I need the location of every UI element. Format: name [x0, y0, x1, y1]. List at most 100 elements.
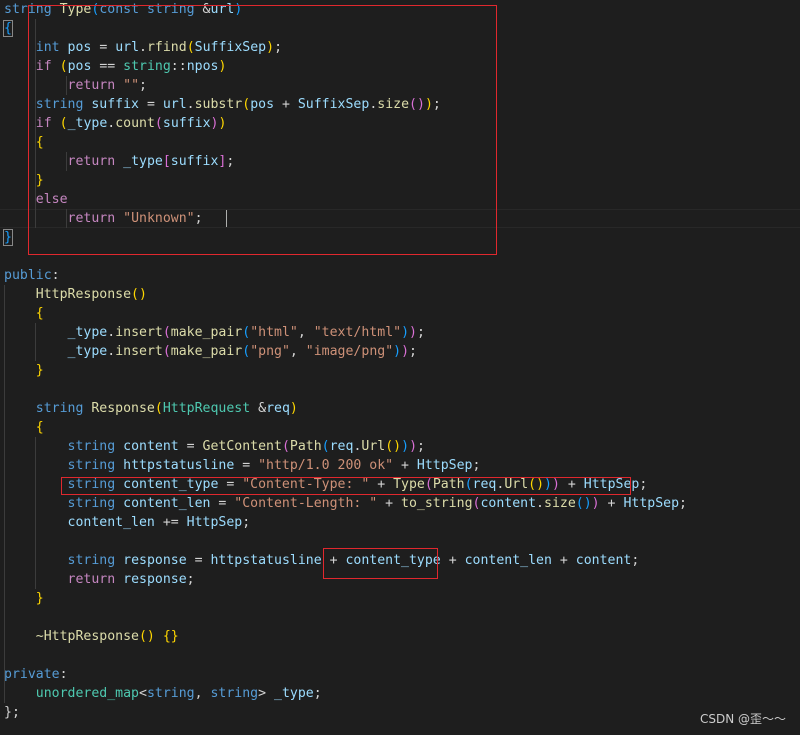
code-token: } [3, 229, 13, 246]
code-line[interactable]: { [3, 19, 13, 38]
code-token: & [250, 401, 267, 416]
code-token: ) [591, 496, 600, 511]
code-token: < [138, 686, 147, 701]
code-token: ( [154, 401, 163, 416]
code-token: ) [401, 439, 410, 454]
code-token: response [123, 553, 187, 568]
code-token: ; [409, 344, 417, 359]
code-token: = [178, 439, 203, 454]
code-line[interactable]: string httpstatusline = "http/1.0 200 ok… [4, 456, 481, 475]
code-token: HttpSep [416, 458, 473, 473]
code-editor[interactable]: string Type(const string &url){ int pos … [0, 0, 800, 735]
code-token: . [536, 496, 544, 511]
code-token: : [59, 667, 68, 682]
highlight-box-content-type-var [323, 548, 438, 579]
code-token: { [3, 20, 13, 37]
code-token: size [544, 496, 576, 511]
code-token: return [67, 572, 116, 587]
code-line[interactable]: public: [4, 266, 60, 285]
highlight-box-type-function [28, 5, 497, 255]
code-line[interactable]: } [4, 589, 44, 608]
code-line[interactable]: content_len += HttpSep; [4, 513, 251, 532]
code-token: . [107, 325, 116, 340]
code-token: }; [4, 705, 20, 720]
code-token: ; [186, 572, 195, 587]
code-token: "Content-Length: " [234, 496, 378, 511]
code-line[interactable]: { [4, 304, 44, 323]
code-token: string [210, 686, 259, 701]
code-line[interactable]: return response; [4, 570, 195, 589]
code-token: ) [393, 344, 402, 359]
code-token: ; [242, 515, 251, 530]
code-token: req [266, 401, 290, 416]
code-line[interactable]: _type.insert(make_pair("png", "image/png… [4, 342, 417, 361]
code-line[interactable]: HttpResponse() [4, 285, 147, 304]
code-token: ; [416, 325, 425, 340]
code-token: insert [115, 344, 163, 359]
code-token: + [440, 553, 465, 568]
code-token: "image/png" [305, 344, 394, 359]
code-token: response [123, 572, 187, 587]
code-token: _type [67, 344, 108, 359]
code-token: Url [361, 439, 386, 454]
code-line[interactable]: }; [4, 703, 20, 722]
code-token: + [377, 496, 402, 511]
code-token: , [194, 686, 211, 701]
code-token: content [575, 553, 632, 568]
code-token: to_string [401, 496, 473, 511]
code-token: _type [274, 686, 314, 701]
code-line[interactable]: string response = httpstatusline + conte… [4, 551, 640, 570]
code-line[interactable]: _type.insert(make_pair("html", "text/htm… [4, 323, 425, 342]
code-token: ( [242, 344, 251, 359]
code-token: ( [242, 325, 251, 340]
code-token: httpstatusline [210, 553, 322, 568]
code-token: string [146, 686, 195, 701]
code-token: : [51, 268, 60, 283]
code-token: . [107, 344, 116, 359]
code-token: private [4, 667, 60, 682]
code-line[interactable]: string Response(HttpRequest &req) [4, 399, 298, 418]
code-token: insert [115, 325, 163, 340]
code-token: string [35, 401, 84, 416]
code-token: string [67, 458, 116, 473]
code-line[interactable]: } [4, 361, 44, 380]
code-token: } [35, 591, 44, 606]
code-token: ) [401, 344, 410, 359]
code-token: {} [162, 629, 179, 644]
code-token: + [551, 553, 576, 568]
code-line[interactable]: string content = GetContent(Path(req.Url… [4, 437, 425, 456]
code-token: _type [67, 325, 108, 340]
code-token: ) [409, 439, 418, 454]
code-token: ; [417, 439, 425, 454]
code-token: req [329, 439, 354, 454]
code-token: ( [281, 439, 290, 454]
code-token: "html" [250, 325, 298, 340]
code-token: ( [162, 344, 171, 359]
code-token: += [154, 515, 187, 530]
code-line[interactable]: unordered_map<string, string> _type; [4, 684, 322, 703]
code-token: HttpSep [623, 496, 680, 511]
code-line[interactable]: { [4, 418, 44, 437]
code-token: "png" [250, 344, 290, 359]
code-token: , [289, 344, 306, 359]
code-line[interactable]: private: [4, 665, 68, 684]
code-token: string [67, 553, 116, 568]
code-token: public [4, 268, 52, 283]
code-token: content_len [123, 496, 211, 511]
code-line[interactable]: } [3, 228, 13, 247]
code-line[interactable]: ~HttpResponse() {} [4, 627, 179, 646]
code-token: unordered_map [35, 686, 139, 701]
code-line[interactable]: string content_len = "Content-Length: " … [4, 494, 687, 513]
